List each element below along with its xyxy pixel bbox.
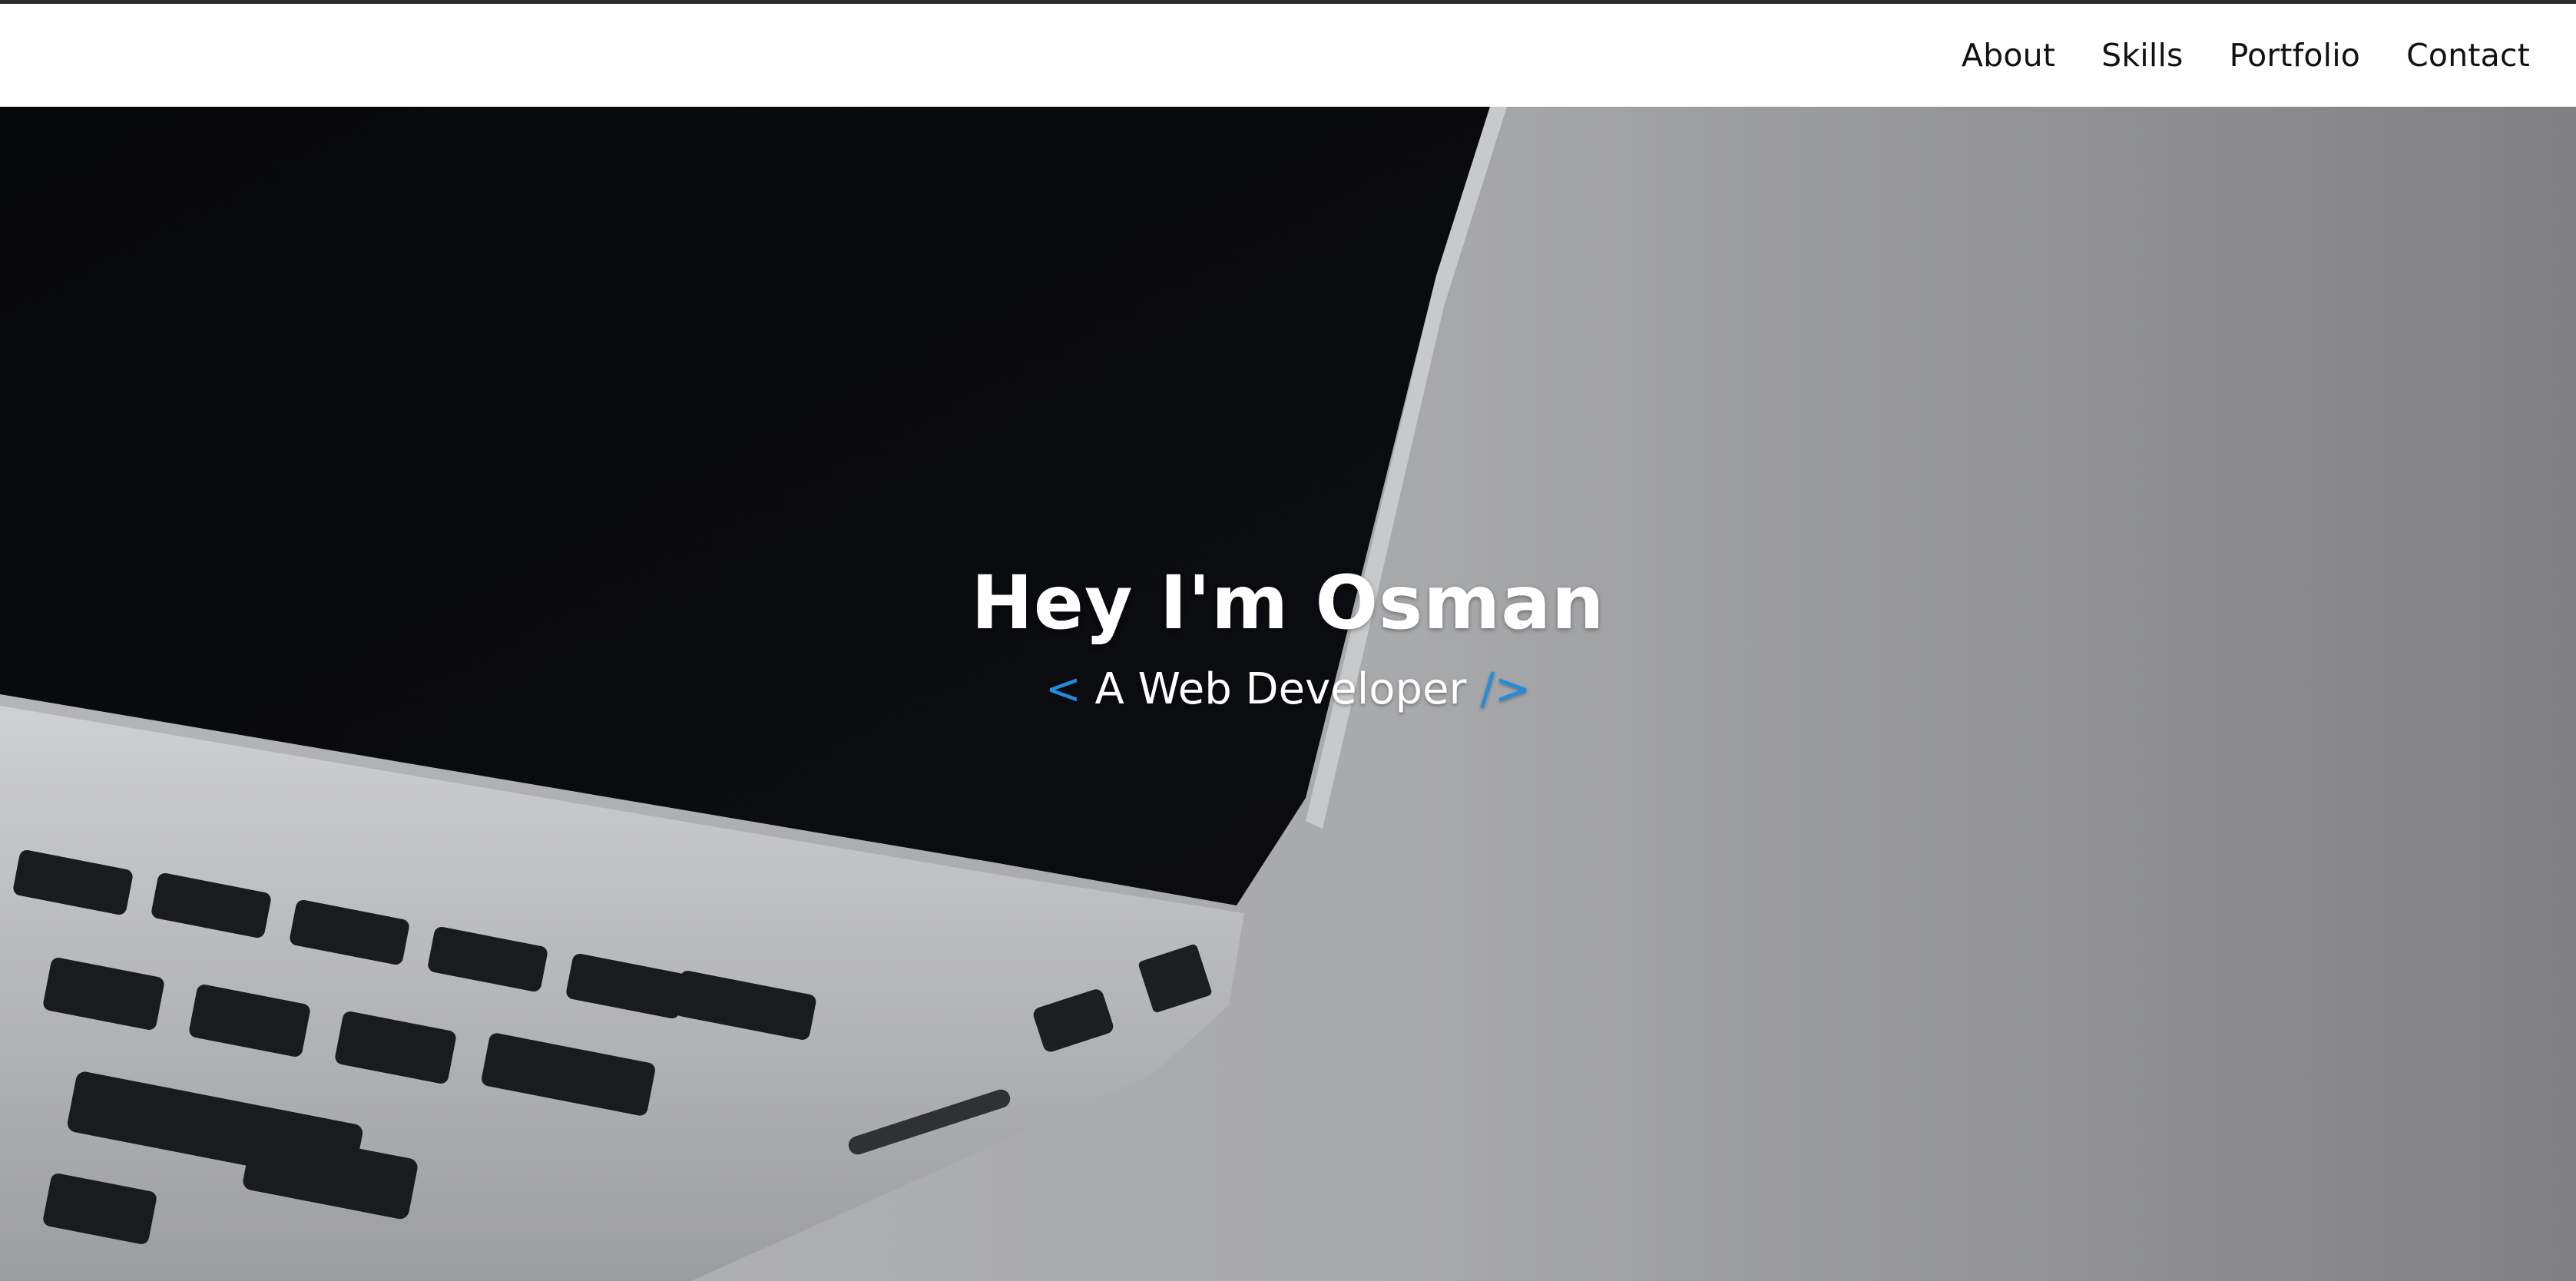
hero-role-text: A Web Developer [1094,664,1467,714]
nav-link-portfolio[interactable]: Portfolio [2230,37,2360,74]
navbar: About Skills Portfolio Contact [0,4,2576,107]
hero-section: Hey I'm Osman < A Web Developer /> [0,107,2576,1281]
close-tag-bracket: /> [1480,664,1531,714]
hero-content: Hey I'm Osman < A Web Developer /> [0,560,2576,714]
nav-menu: About Skills Portfolio Contact [1962,4,2530,107]
nav-link-contact[interactable]: Contact [2406,37,2530,74]
nav-link-about[interactable]: About [1962,37,2055,74]
hero-subtitle: < A Web Developer /> [0,664,2576,714]
nav-link-skills[interactable]: Skills [2101,37,2184,74]
hero-title: Hey I'm Osman [971,560,1605,646]
open-tag-bracket: < [1045,664,1081,714]
